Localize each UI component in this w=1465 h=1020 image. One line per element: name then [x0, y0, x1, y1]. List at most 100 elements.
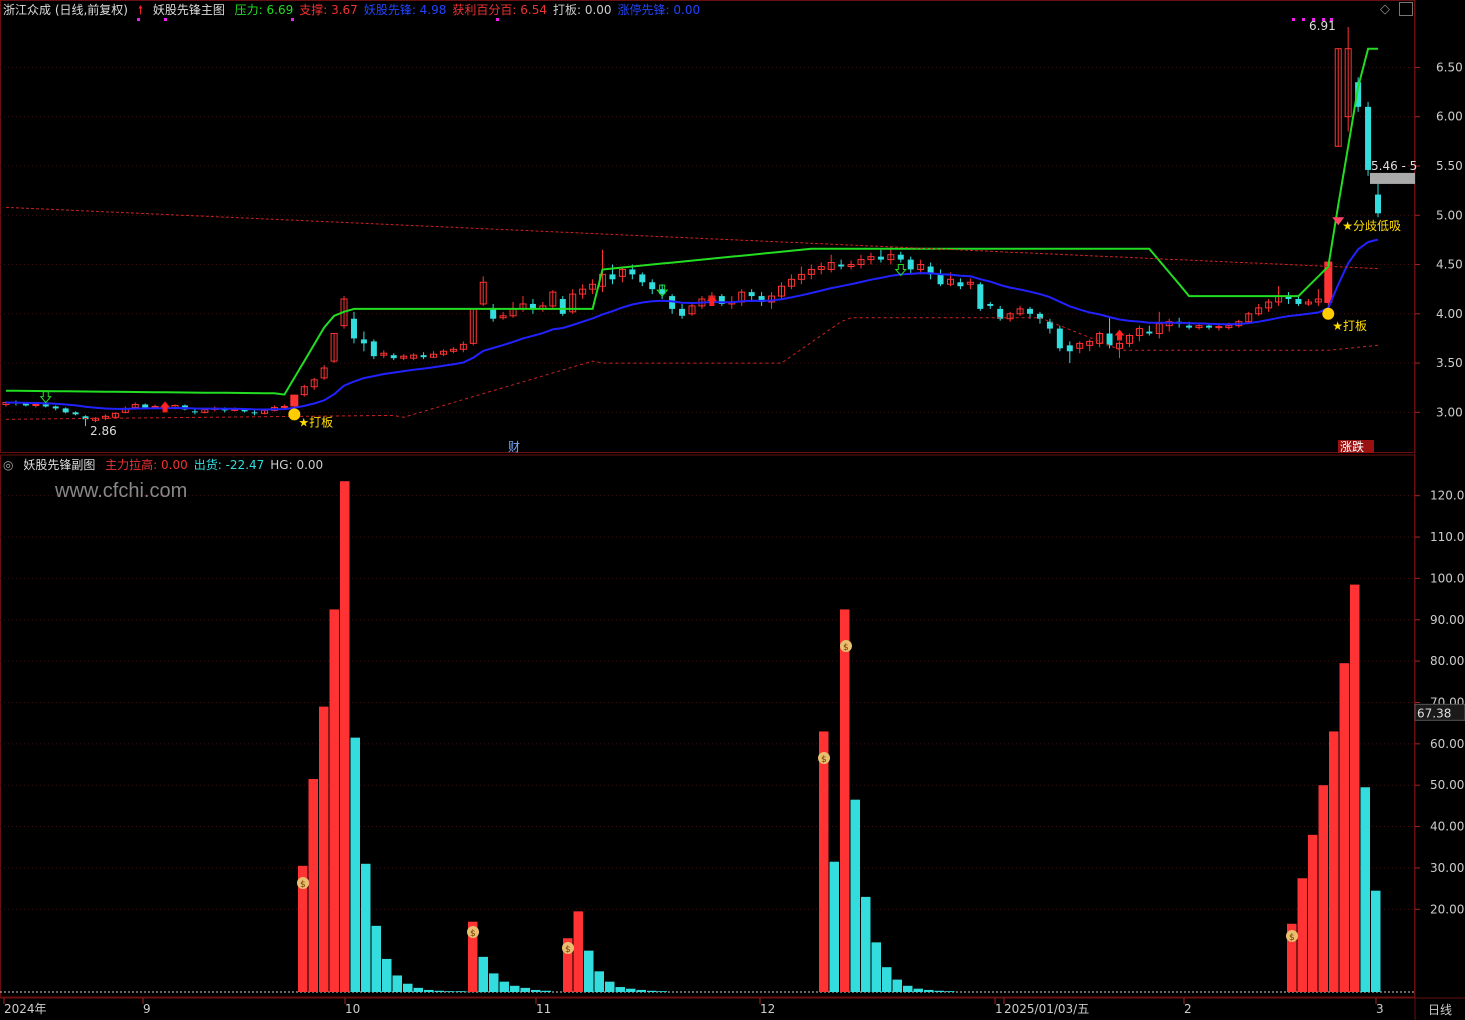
money-bag-symbol: $	[843, 643, 849, 653]
sub-bar	[1339, 663, 1349, 992]
candle-body	[490, 308, 497, 319]
watermark: www.cfchi.com	[55, 480, 188, 502]
sub-bar	[945, 991, 955, 992]
candle-body	[390, 355, 397, 359]
candle-body	[937, 274, 944, 285]
price-axis-label: 3.50	[1436, 356, 1463, 370]
main-indicator-value-1: 支撑: 3.67	[299, 3, 358, 17]
sub-bar	[647, 990, 657, 992]
main-indicator-value-5: 涨停先锋: 0.00	[617, 3, 701, 17]
sub-bar	[308, 778, 318, 992]
money-bag-symbol: $	[1289, 933, 1295, 943]
settings-icon[interactable]: ◎	[3, 458, 13, 472]
candle-body	[1106, 333, 1113, 346]
candle-body	[1027, 308, 1034, 314]
sub-axis-label: 20.00	[1430, 902, 1464, 916]
candle-body	[1186, 325, 1193, 328]
candle-body	[877, 256, 884, 260]
support-line	[5, 317, 1379, 420]
sub-bar	[871, 942, 881, 992]
sub-bar	[1297, 878, 1307, 992]
date-axis-label: 3	[1376, 1002, 1384, 1016]
sub-bar	[350, 737, 360, 992]
sub-bar	[840, 609, 850, 992]
date-axis-label: 1	[995, 1002, 1003, 1016]
period-label[interactable]: 日线	[1428, 1001, 1452, 1018]
last-price-label: 5.46 - 5	[1371, 159, 1417, 173]
candle-body	[679, 308, 686, 316]
sub-bar	[903, 985, 913, 992]
sub-bar	[657, 991, 667, 992]
sub-axis-label: 110.0	[1430, 530, 1464, 544]
date-axis-label: 2	[1184, 1002, 1192, 1016]
candle-body	[1215, 326, 1223, 329]
signal-dot	[1302, 18, 1305, 21]
sub-axis-label: 100.0	[1430, 571, 1464, 585]
signal-daban-label: ★打板	[298, 415, 333, 429]
sub-bar	[424, 989, 434, 992]
chart-stage: 6.50 6.00 5.50 5.00 4.50 4.00 3.50 3.00 2.86 6.91…	[0, 0, 1465, 1020]
sub-bar	[1371, 890, 1381, 992]
main-indicator-value-0: 压力: 6.69	[234, 3, 294, 17]
arrow-up-icon: 🠕	[137, 3, 143, 17]
diamond-icon[interactable]: ◇	[1380, 2, 1390, 17]
low-price-label: 2.86	[90, 424, 117, 438]
sub-indicator-title: 妖股先锋副图	[23, 458, 96, 472]
sub-bar	[531, 989, 541, 992]
sub-axis-label: 90.00	[1430, 613, 1464, 627]
candle-body	[748, 292, 755, 297]
sub-bar	[520, 987, 530, 992]
candle-body	[52, 406, 59, 409]
sub-bar	[636, 989, 646, 992]
candle-body	[420, 355, 427, 358]
main-price-chart[interactable]: 6.50 6.00 5.50 5.00 4.50 4.00 3.50 3.00 2.86 6.91…	[0, 0, 1465, 1020]
arrow-up-icon	[160, 401, 171, 413]
candle-body	[907, 259, 914, 270]
signal-daban-label: ★打板	[1332, 319, 1367, 333]
candle-body	[987, 303, 994, 306]
sub-axis-label: 40.00	[1430, 820, 1464, 834]
stock-title: 浙江众成 (日线,前复权)	[3, 3, 128, 17]
candle-body	[897, 254, 904, 260]
sub-bar	[1318, 785, 1328, 992]
date-axis-label: 11	[536, 1002, 551, 1016]
main-header: 浙江众成 (日线,前复权) 🠕 妖股先锋主图 压力: 6.69 支撑: 3.67 妖…	[3, 1, 712, 22]
candle-body	[838, 264, 845, 267]
candle-body	[350, 318, 357, 339]
candle-body	[977, 284, 984, 309]
candle-body	[649, 282, 656, 290]
sub-bar	[455, 991, 465, 992]
candle-body	[1205, 325, 1212, 328]
signal-dot	[1292, 18, 1295, 21]
price-axis-label: 5.50	[1436, 159, 1463, 173]
sub-bar	[329, 609, 339, 992]
price-axis-label: 4.50	[1436, 258, 1463, 272]
sub-axis-label: 50.00	[1430, 778, 1464, 792]
price-axis-label: 4.00	[1436, 307, 1463, 321]
sub-bar	[605, 981, 615, 992]
sub-bar	[584, 950, 594, 992]
money-bag-symbol: $	[821, 755, 827, 765]
main-panel-border	[0, 0, 1415, 453]
main-indicator-value-4: 打板: 0.00	[552, 3, 612, 17]
candle-body	[62, 408, 69, 413]
money-bag-symbol: $	[565, 945, 571, 955]
signal-fenqi-label: ★分歧低吸	[1342, 219, 1401, 233]
candle-body	[1375, 194, 1381, 214]
sub-bar	[819, 731, 829, 992]
candle-body	[142, 404, 149, 408]
arrow-up-icon	[1114, 329, 1125, 341]
sub-indicator-value-2: HG: 0.00	[270, 458, 324, 472]
sub-axis-label: 120.0	[1430, 489, 1464, 503]
candle-body	[32, 403, 40, 406]
candle-body	[1146, 331, 1153, 334]
candle-body	[72, 412, 79, 415]
sub-bar	[934, 990, 944, 992]
sub-axis-label: 60.00	[1430, 737, 1464, 751]
candle-body	[290, 394, 299, 407]
sub-bar	[361, 863, 371, 992]
sub-axis-label: 80.00	[1430, 654, 1464, 668]
candle-body	[251, 412, 258, 414]
collapse-button[interactable]	[1399, 2, 1413, 16]
cai-marker-label: 财	[508, 440, 520, 454]
